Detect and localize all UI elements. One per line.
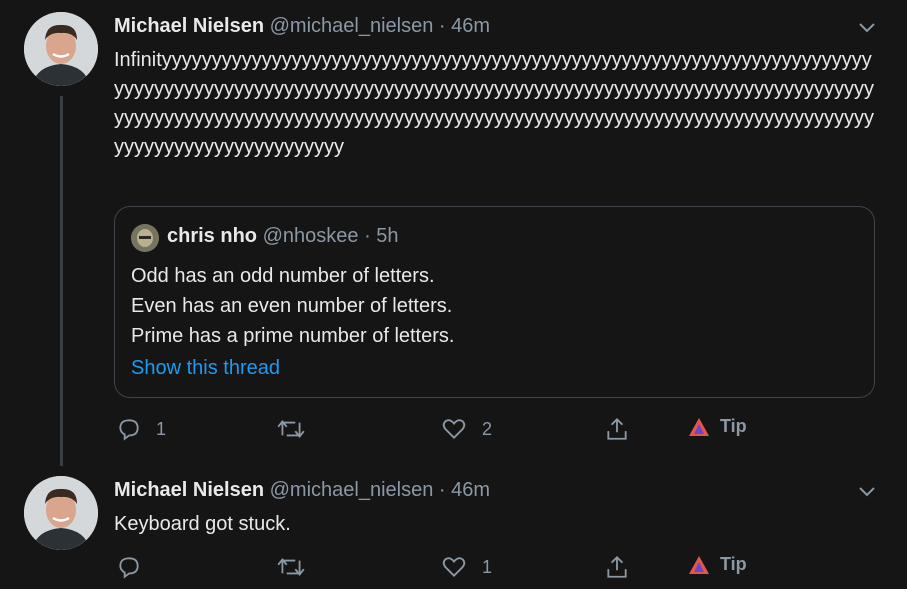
like-icon [442, 557, 466, 577]
tweet-text: Keyboard got stuck. [114, 513, 291, 535]
avatar[interactable] [24, 12, 98, 86]
share-icon [607, 417, 627, 440]
like-icon [442, 419, 466, 439]
tweet-text: Infinityyyyyyyyyyyyyyyyyyyyyyyyyyyyyyyyy… [114, 49, 874, 158]
timestamp[interactable]: 46m [451, 15, 490, 37]
reply-icon [119, 557, 139, 579]
quote-timestamp: 5h [376, 225, 399, 247]
retweet-icon [277, 558, 305, 576]
tweet-header: Michael Nielsen @michael_nielsen · 46m [114, 15, 490, 38]
reply-count: 1 [156, 418, 167, 439]
author-handle[interactable]: @michael_nielsen [270, 479, 434, 501]
tip-label: Tip [720, 416, 747, 436]
retweet-button[interactable] [276, 416, 320, 442]
quote-line: Prime has a prime number of letters. [131, 325, 455, 347]
retweet-button[interactable] [276, 554, 320, 580]
quote-header: chris nho @nhoskee · 5h [167, 225, 399, 248]
show-thread-link[interactable]: Show this thread [131, 357, 280, 380]
author-name[interactable]: Michael Nielsen [114, 479, 264, 501]
quote-author-handle: @nhoskee [262, 225, 359, 247]
author-handle[interactable]: @michael_nielsen [270, 15, 434, 37]
thread-line [60, 96, 63, 466]
chevron-down-icon[interactable] [856, 16, 878, 38]
reply-icon [119, 419, 139, 441]
separator: · [438, 15, 446, 37]
tweet-actions: 1 2 Tip [114, 416, 874, 446]
quote-line: Odd has an odd number of letters. [131, 265, 435, 287]
avatar[interactable] [24, 476, 98, 550]
quote-author-name: chris nho [167, 225, 258, 247]
timestamp[interactable]: 46m [451, 479, 490, 501]
tweet-2[interactable]: Michael Nielsen @michael_nielsen · 46m K… [0, 470, 907, 589]
brave-tip-icon [689, 555, 709, 574]
brave-tip-icon [689, 417, 709, 436]
share-button[interactable] [604, 554, 630, 580]
tweet-header: Michael Nielsen @michael_nielsen · 46m [114, 479, 490, 502]
reply-button[interactable]: 1 [116, 416, 166, 442]
quote-text: Odd has an odd number of letters. Even h… [131, 261, 454, 351]
quoted-tweet[interactable]: chris nho @nhoskee · 5h Odd has an odd n… [114, 206, 875, 398]
like-button[interactable]: 2 [440, 416, 492, 442]
author-name[interactable]: Michael Nielsen [114, 15, 264, 37]
retweet-icon [277, 420, 305, 438]
like-button[interactable]: 1 [440, 554, 492, 580]
tip-label: Tip [720, 554, 747, 574]
chevron-down-icon[interactable] [856, 480, 878, 502]
separator: · [364, 225, 371, 247]
reply-button[interactable] [116, 554, 156, 580]
share-button[interactable] [604, 416, 630, 442]
share-icon [607, 555, 627, 578]
like-count: 2 [482, 418, 493, 439]
like-count: 1 [482, 556, 493, 577]
tweet-actions: 1 Tip [114, 554, 874, 584]
avatar [131, 224, 159, 252]
tip-button[interactable]: Tip [688, 554, 747, 575]
tweet-1[interactable]: Michael Nielsen @michael_nielsen · 46m I… [0, 0, 907, 470]
quote-line: Even has an even number of letters. [131, 295, 453, 317]
tip-button[interactable]: Tip [688, 416, 747, 437]
separator: · [438, 479, 446, 501]
